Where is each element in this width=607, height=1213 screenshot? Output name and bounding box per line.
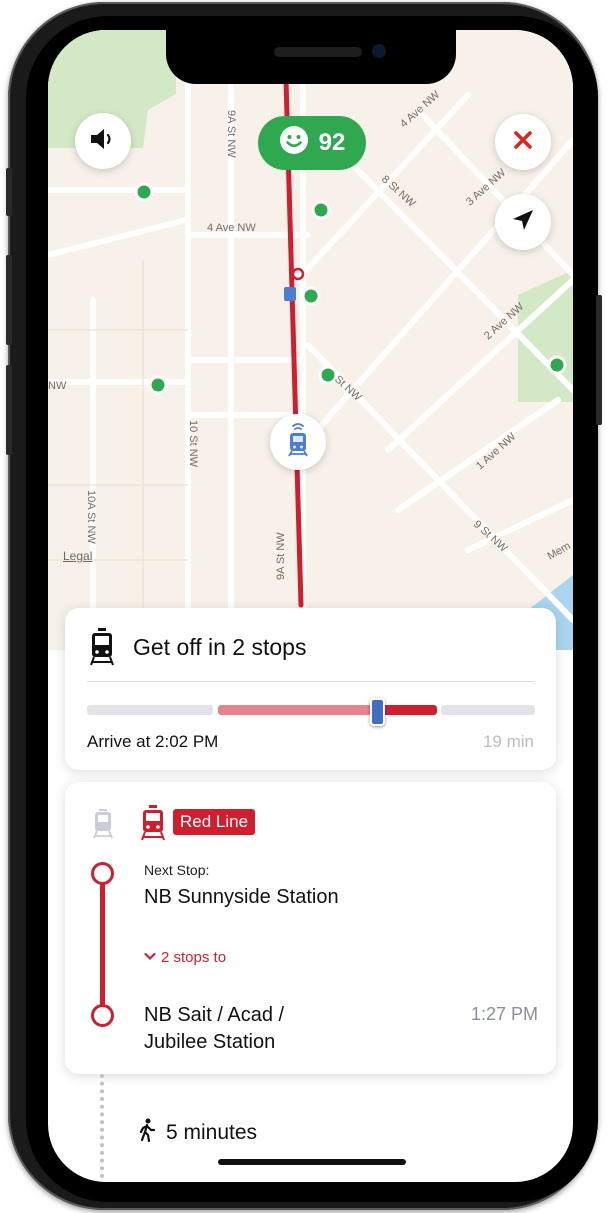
earpiece bbox=[274, 47, 362, 57]
street-label: 9A St NW bbox=[225, 110, 237, 158]
map-stop-dot[interactable] bbox=[134, 182, 154, 202]
map-stop-dot[interactable] bbox=[148, 375, 168, 395]
next-stop-marker bbox=[91, 862, 114, 885]
next-stop-name: NB Sunnyside Station bbox=[144, 886, 339, 908]
side-button bbox=[6, 255, 12, 345]
map[interactable]: 4 Ave NW NW 9A St NW 10 St NW 10A St NW … bbox=[48, 30, 573, 650]
street-label: NW bbox=[48, 380, 67, 392]
stops-toggle-label: 2 stops to bbox=[161, 949, 227, 966]
train-icon bbox=[92, 808, 114, 845]
map-stop-dot[interactable] bbox=[311, 200, 331, 220]
street-label: 10A St NW bbox=[85, 490, 97, 544]
route-card[interactable]: Red Line Next Stop: NB Sunnyside Station… bbox=[65, 782, 556, 1074]
progress-track-start bbox=[87, 705, 213, 715]
next-stop-label: Next Stop: bbox=[144, 862, 210, 878]
score-value: 92 bbox=[318, 129, 346, 156]
trip-duration: 19 min bbox=[482, 732, 534, 751]
destination-line: NB Sait / Acad / bbox=[144, 1004, 285, 1026]
close-button[interactable] bbox=[495, 114, 551, 170]
destination-time: 1:27 PM bbox=[470, 1004, 538, 1024]
vehicle-marker[interactable] bbox=[270, 414, 326, 470]
front-camera bbox=[372, 44, 386, 58]
chevron-down-icon bbox=[144, 948, 156, 965]
map-stop-dot[interactable] bbox=[547, 355, 567, 375]
walking-person-icon bbox=[138, 1118, 156, 1148]
train-icon bbox=[89, 627, 115, 672]
side-button bbox=[596, 295, 602, 425]
route-line bbox=[100, 874, 105, 1012]
phone-screen: 4 Ave NW NW 9A St NW 10 St NW 10A St NW … bbox=[48, 30, 573, 1182]
train-icon bbox=[285, 422, 311, 463]
progress-track-end bbox=[441, 705, 535, 715]
trip-summary-card[interactable]: Get off in 2 stops Arrive at 2:02 PM 19 … bbox=[65, 608, 556, 770]
street-label: 10 St NW bbox=[187, 420, 199, 468]
score-badge[interactable]: 92 bbox=[258, 116, 366, 170]
progress-marker bbox=[370, 698, 385, 726]
stops-toggle[interactable]: 2 stops to bbox=[144, 948, 226, 966]
arrival-time: Arrive at 2:02 PM bbox=[87, 732, 219, 751]
street-label: 9A St NW bbox=[275, 532, 287, 580]
divider bbox=[87, 681, 535, 682]
destination-name: NB Sait / Acad / Jubilee Station bbox=[144, 1002, 374, 1056]
close-icon bbox=[512, 129, 534, 156]
smiley-icon bbox=[279, 125, 309, 162]
walk-segment[interactable]: 5 minutes bbox=[138, 1118, 257, 1148]
notch bbox=[166, 30, 456, 84]
legal-link[interactable]: Legal bbox=[63, 549, 92, 563]
street-label: 4 Ave NW bbox=[207, 222, 256, 234]
volume-button[interactable] bbox=[75, 113, 131, 169]
navigation-arrow-icon bbox=[510, 207, 536, 238]
progress-traveled bbox=[218, 705, 373, 715]
destination-line: Jubilee Station bbox=[144, 1031, 276, 1053]
home-indicator[interactable] bbox=[218, 1159, 406, 1165]
map-stop-dot[interactable] bbox=[301, 286, 321, 306]
train-icon bbox=[140, 804, 166, 847]
destination-marker bbox=[91, 1004, 114, 1027]
map-transit-icon bbox=[284, 287, 296, 301]
trip-title: Get off in 2 stops bbox=[133, 634, 307, 660]
map-stop-marker[interactable] bbox=[291, 267, 305, 281]
side-button bbox=[6, 365, 12, 455]
side-button bbox=[6, 168, 12, 216]
locate-button[interactable] bbox=[495, 194, 551, 250]
walk-duration: 5 minutes bbox=[166, 1121, 258, 1144]
line-badge: Red Line bbox=[173, 809, 256, 835]
speaker-icon bbox=[89, 128, 117, 155]
walk-path bbox=[100, 1074, 104, 1178]
